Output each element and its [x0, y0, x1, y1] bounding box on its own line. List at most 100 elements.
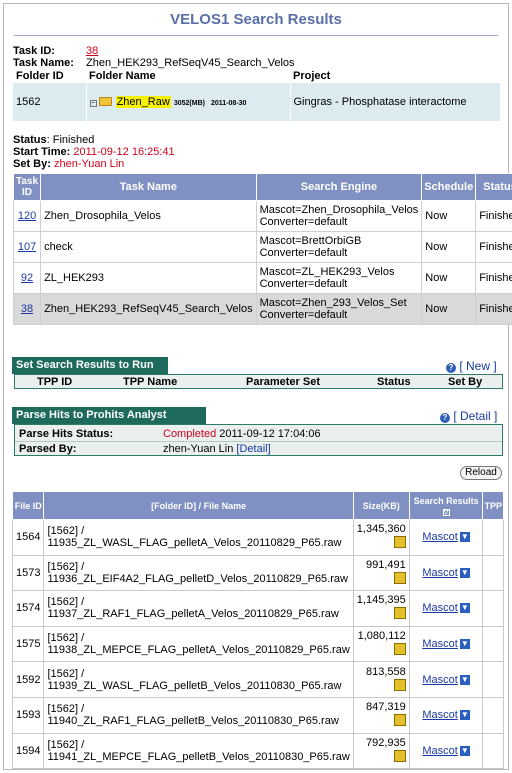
- tpp-cell: [482, 661, 504, 698]
- set-by-label: Set By:: [13, 158, 51, 170]
- tpp-cell: [482, 625, 504, 663]
- tpp-cell: [482, 519, 504, 556]
- mascot-link[interactable]: Mascot: [422, 745, 457, 757]
- parse-status-value: Completed: [163, 428, 217, 440]
- search-engine: Mascot=ZL_HEK293_Velos Converter=default: [255, 262, 423, 294]
- edit-icon[interactable]: [393, 749, 406, 762]
- download-icon[interactable]: ▼: [459, 674, 470, 685]
- project-header: Project: [293, 70, 331, 82]
- download-icon[interactable]: ▼: [459, 567, 470, 578]
- help-icon[interactable]: ?: [440, 413, 450, 423]
- status-info: Status: Finished Start Time: 2011-09-12 …: [4, 121, 508, 170]
- folder-id-header: Folder ID: [16, 70, 64, 82]
- search-results-header[interactable]: Search Results ▽: [408, 491, 484, 520]
- tpp-header: TPP: [482, 491, 504, 520]
- task-id-link[interactable]: 120: [18, 210, 36, 222]
- file-name: [1562] /11936_ZL_EIF4A2_FLAG_pelletD_Vel…: [43, 554, 354, 592]
- download-icon[interactable]: ▼: [459, 710, 470, 721]
- new-tpp-link[interactable]: [ New ]: [459, 359, 496, 373]
- download-icon[interactable]: ▼: [459, 745, 470, 756]
- file-id: 1573: [11, 554, 45, 592]
- file-name: [1562] /11939_ZL_WASL_FLAG_pelletB_Velos…: [43, 661, 354, 698]
- edit-icon[interactable]: [393, 571, 406, 584]
- parse-section-title: Parse Hits to Prohits Analyst database: [12, 407, 206, 438]
- sort-icon[interactable]: ▽: [442, 508, 450, 516]
- file-size: 1,145,395: [352, 590, 410, 627]
- schedule: Now: [421, 200, 477, 232]
- status: Finished: [475, 293, 512, 325]
- mascot-link[interactable]: Mascot: [422, 674, 457, 686]
- search-result: Mascot ▼: [408, 554, 484, 592]
- file-row: 1574 [1562] /11937_ZL_RAF1_FLAG_pelletA_…: [11, 590, 504, 627]
- folder-name-header: Folder Name: [89, 70, 156, 82]
- mascot-link[interactable]: Mascot: [422, 709, 457, 721]
- files-table: File ID [Folder ID] / File Name Size(KB)…: [11, 491, 504, 770]
- parsed-detail-link[interactable]: [Detail]: [236, 443, 270, 455]
- file-row: 1594 [1562] /11941_ZL_MEPCE_FLAG_pelletB…: [11, 732, 504, 770]
- edit-icon[interactable]: [393, 678, 406, 691]
- folder-icon: [98, 97, 112, 106]
- folder-date: 2011-08-30: [211, 100, 247, 107]
- reload-button[interactable]: Reload: [460, 466, 502, 480]
- tpp-cell: [482, 590, 504, 627]
- file-name-header[interactable]: [Folder ID] / File Name: [43, 491, 354, 520]
- help-icon[interactable]: ?: [446, 363, 456, 373]
- edit-icon[interactable]: [393, 536, 406, 549]
- task-name: Zhen_Drosophila_Velos: [40, 200, 257, 232]
- task-id-header: Task ID: [12, 173, 42, 201]
- file-name: [1562] /11938_ZL_MEPCE_FLAG_pelletA_Velo…: [43, 625, 354, 663]
- parsed-by-label: Parsed By:: [19, 443, 77, 455]
- tpp-name-header: TPP Name: [123, 376, 178, 388]
- task-id-link[interactable]: 92: [21, 272, 33, 284]
- mascot-link[interactable]: Mascot: [422, 638, 457, 650]
- search-engine-header: Search Engine: [255, 173, 423, 201]
- file-id: 1592: [11, 661, 45, 698]
- edit-icon[interactable]: [393, 714, 406, 727]
- task-row: 92 ZL_HEK293 Mascot=ZL_HEK293_Velos Conve…: [12, 262, 512, 294]
- parse-detail-link[interactable]: [ Detail ]: [453, 409, 497, 423]
- file-id-header[interactable]: File ID: [11, 491, 45, 520]
- search-result: Mascot ▼: [408, 590, 484, 627]
- task-id-link[interactable]: 107: [18, 241, 36, 253]
- status-value: : Finished: [46, 134, 95, 146]
- parse-status: Completed 2011-09-12 17:04:06: [163, 428, 321, 440]
- parse-box: Parse Hits Status: Completed 2011-09-12 …: [14, 424, 503, 456]
- tpp-cell: [482, 732, 504, 770]
- file-name: [1562] /11935_ZL_WASL_FLAG_pelletA_Velos…: [43, 519, 354, 556]
- task-id-link[interactable]: 38: [21, 303, 33, 315]
- search-result: Mascot ▼: [408, 661, 484, 698]
- status: Finished: [475, 200, 512, 232]
- parsed-by-value: zhen-Yuan Lin: [163, 443, 234, 455]
- tpp-cell: [482, 696, 504, 734]
- file-size: 847,319: [352, 696, 410, 734]
- edit-icon[interactable]: [393, 607, 406, 620]
- download-icon[interactable]: ▼: [459, 639, 470, 650]
- folder-name[interactable]: Zhen_Raw: [115, 96, 171, 108]
- edit-icon[interactable]: [393, 643, 406, 656]
- download-icon[interactable]: ▼: [459, 603, 470, 614]
- size-header[interactable]: Size(KB): [352, 491, 410, 520]
- mascot-link[interactable]: Mascot: [422, 531, 457, 543]
- task-name: ZL_HEK293: [40, 262, 257, 294]
- task-id-link[interactable]: 38: [86, 45, 98, 57]
- file-name: [1562] /11937_ZL_RAF1_FLAG_pelletA_Velos…: [43, 590, 354, 627]
- parse-detail: ? [ Detail ]: [440, 409, 497, 423]
- task-name: check: [40, 231, 257, 263]
- folder-id: 1562: [13, 83, 87, 121]
- search-result: Mascot ▼: [408, 519, 484, 556]
- task-name-header: Task Name: [40, 173, 257, 201]
- task-id-label: Task ID:: [13, 45, 55, 57]
- file-name: [1562] /11941_ZL_MEPCE_FLAG_pelletB_Velo…: [43, 732, 354, 770]
- file-id: 1575: [11, 625, 45, 663]
- download-icon[interactable]: ▼: [459, 532, 470, 543]
- status-header: Status: [475, 173, 512, 201]
- collapse-icon[interactable]: −: [89, 100, 97, 107]
- mascot-link[interactable]: Mascot: [422, 602, 457, 614]
- schedule-header: Schedule: [421, 173, 477, 201]
- folder-table: Folder ID Folder Name Project 1562 − Zhe…: [13, 69, 501, 121]
- status-label: Status: [13, 134, 47, 146]
- search-result: Mascot ▼: [408, 696, 484, 734]
- file-row: 1575 [1562] /11938_ZL_MEPCE_FLAG_pelletA…: [11, 625, 504, 663]
- parse-status-time: 2011-09-12 17:04:06: [219, 428, 321, 440]
- mascot-link[interactable]: Mascot: [422, 567, 457, 579]
